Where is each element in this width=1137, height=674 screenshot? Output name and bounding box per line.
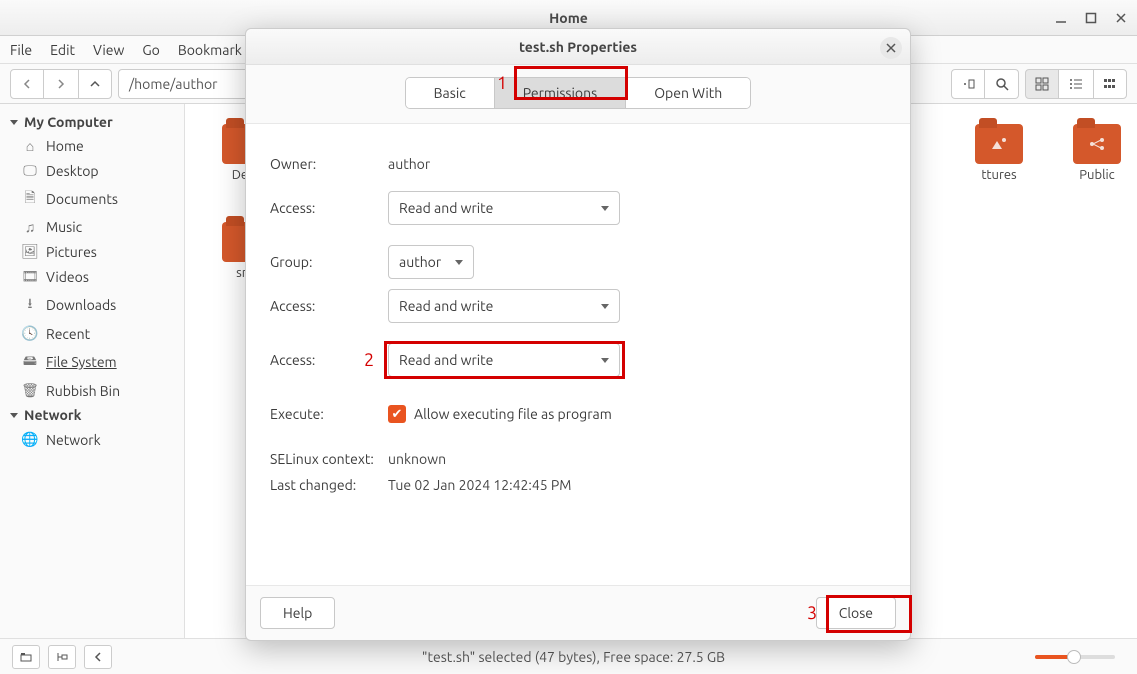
label-owner-access: Access: [270,200,388,216]
sidebar-item-home[interactable]: ⌂Home [0,134,184,158]
help-button[interactable]: Help [260,597,335,629]
statusbar: "test.sh" selected (47 bytes), Free spac… [0,638,1137,674]
recent-icon: 🕓 [22,325,38,342]
nav-group [10,69,112,99]
dialog-close-button[interactable] [880,37,902,59]
tab-basic[interactable]: Basic [406,78,495,108]
nav-forward-button[interactable] [44,69,78,99]
menu-go[interactable]: Go [142,42,159,58]
tab-permissions[interactable]: Permissions [495,78,626,108]
label-execute-text: Allow executing file as program [414,406,612,422]
properties-dialog: test.sh Properties Basic Permissions Ope… [245,28,911,641]
minimize-button[interactable] [1053,10,1069,26]
sidebar-item-filesystem[interactable]: 🖴File System [0,346,184,378]
label-last-changed: Last changed: [270,477,388,493]
value-owner: author [388,156,430,172]
path-text: /home/author [129,76,217,92]
dialog-tabs: Basic Permissions Open With [246,65,910,123]
value-selinux: unknown [388,451,446,467]
menu-file[interactable]: File [10,42,32,58]
select-owner-access[interactable]: Read and write [388,191,620,225]
checkbox-execute[interactable]: ✔ [388,405,406,423]
folder-icon [975,124,1023,164]
filesystem-icon: 🖴 [22,350,38,374]
zoom-slider[interactable] [1035,655,1115,659]
menu-bookmarks[interactable]: Bookmark [178,42,242,58]
sidebar-item-videos[interactable]: 🎞Videos [0,264,184,289]
label-selinux: SELinux context: [270,451,388,467]
label-group: Group: [270,254,388,270]
show-places-button[interactable] [12,645,40,669]
sidebar: My Computer ⌂Home 🖵Desktop 🗎Documents ♫M… [0,104,185,638]
nav-back-button[interactable] [10,69,44,99]
maximize-button[interactable] [1083,10,1099,26]
videos-icon: 🎞 [22,268,38,285]
window-controls [1053,10,1129,26]
sidebar-header-network[interactable]: Network [0,403,184,427]
dialog-footer: Help Close [246,586,910,640]
dialog-titlebar: test.sh Properties [246,29,910,65]
dialog-title: test.sh Properties [519,39,637,55]
sidebar-item-pictures[interactable]: 🖼Pictures [0,239,184,264]
tab-open-with[interactable]: Open With [626,78,750,108]
search-button[interactable] [985,69,1019,99]
file-item-pictures[interactable]: ttures [975,124,1023,618]
toolbar-right [951,69,1127,99]
label-others-access: Access: [270,352,388,368]
menu-edit[interactable]: Edit [50,42,75,58]
close-sidepane-button[interactable] [84,645,112,669]
folder-icon [1073,124,1121,164]
sidebar-item-documents[interactable]: 🗎Documents [0,183,184,215]
icon-view-button[interactable] [1025,69,1059,99]
select-group-access[interactable]: Read and write [388,289,620,323]
sidebar-item-network[interactable]: 🌐Network [0,427,184,452]
window-title: Home [549,10,588,26]
pictures-icon: 🖼 [22,243,38,260]
select-others-access[interactable]: Read and write [388,343,620,377]
trash-icon: 🗑 [22,382,38,399]
toggle-path-button[interactable] [951,69,985,99]
documents-icon: 🗎 [22,187,38,211]
label-execute: Execute: [270,406,388,422]
compact-view-button[interactable] [1093,69,1127,99]
close-button[interactable] [1113,10,1129,26]
label-group-access: Access: [270,298,388,314]
status-text: "test.sh" selected (47 bytes), Free spac… [112,649,1035,665]
file-item-public[interactable]: Public [1073,124,1121,618]
sidebar-item-desktop[interactable]: 🖵Desktop [0,158,184,183]
sidebar-item-downloads[interactable]: ⭳Downloads [0,289,184,321]
menu-view[interactable]: View [93,42,124,58]
downloads-icon: ⭳ [22,293,38,317]
desktop-icon: 🖵 [22,162,38,179]
show-tree-button[interactable] [48,645,76,669]
sidebar-item-music[interactable]: ♫Music [0,215,184,239]
home-icon: ⌂ [22,138,38,154]
label-owner: Owner: [270,156,388,172]
nav-up-button[interactable] [78,69,112,99]
music-icon: ♫ [22,219,38,235]
network-icon: 🌐 [22,431,38,448]
value-last-changed: Tue 02 Jan 2024 12:42:45 PM [388,477,571,493]
sidebar-item-recent[interactable]: 🕓Recent [0,321,184,346]
sidebar-header-mycomputer[interactable]: My Computer [0,110,184,134]
close-button[interactable]: Close [816,597,896,629]
list-view-button[interactable] [1059,69,1093,99]
sidebar-item-rubbish[interactable]: 🗑Rubbish Bin [0,378,184,403]
dialog-body: Owner: author Access: Read and write Gro… [246,123,910,586]
select-group[interactable]: author [388,245,474,279]
